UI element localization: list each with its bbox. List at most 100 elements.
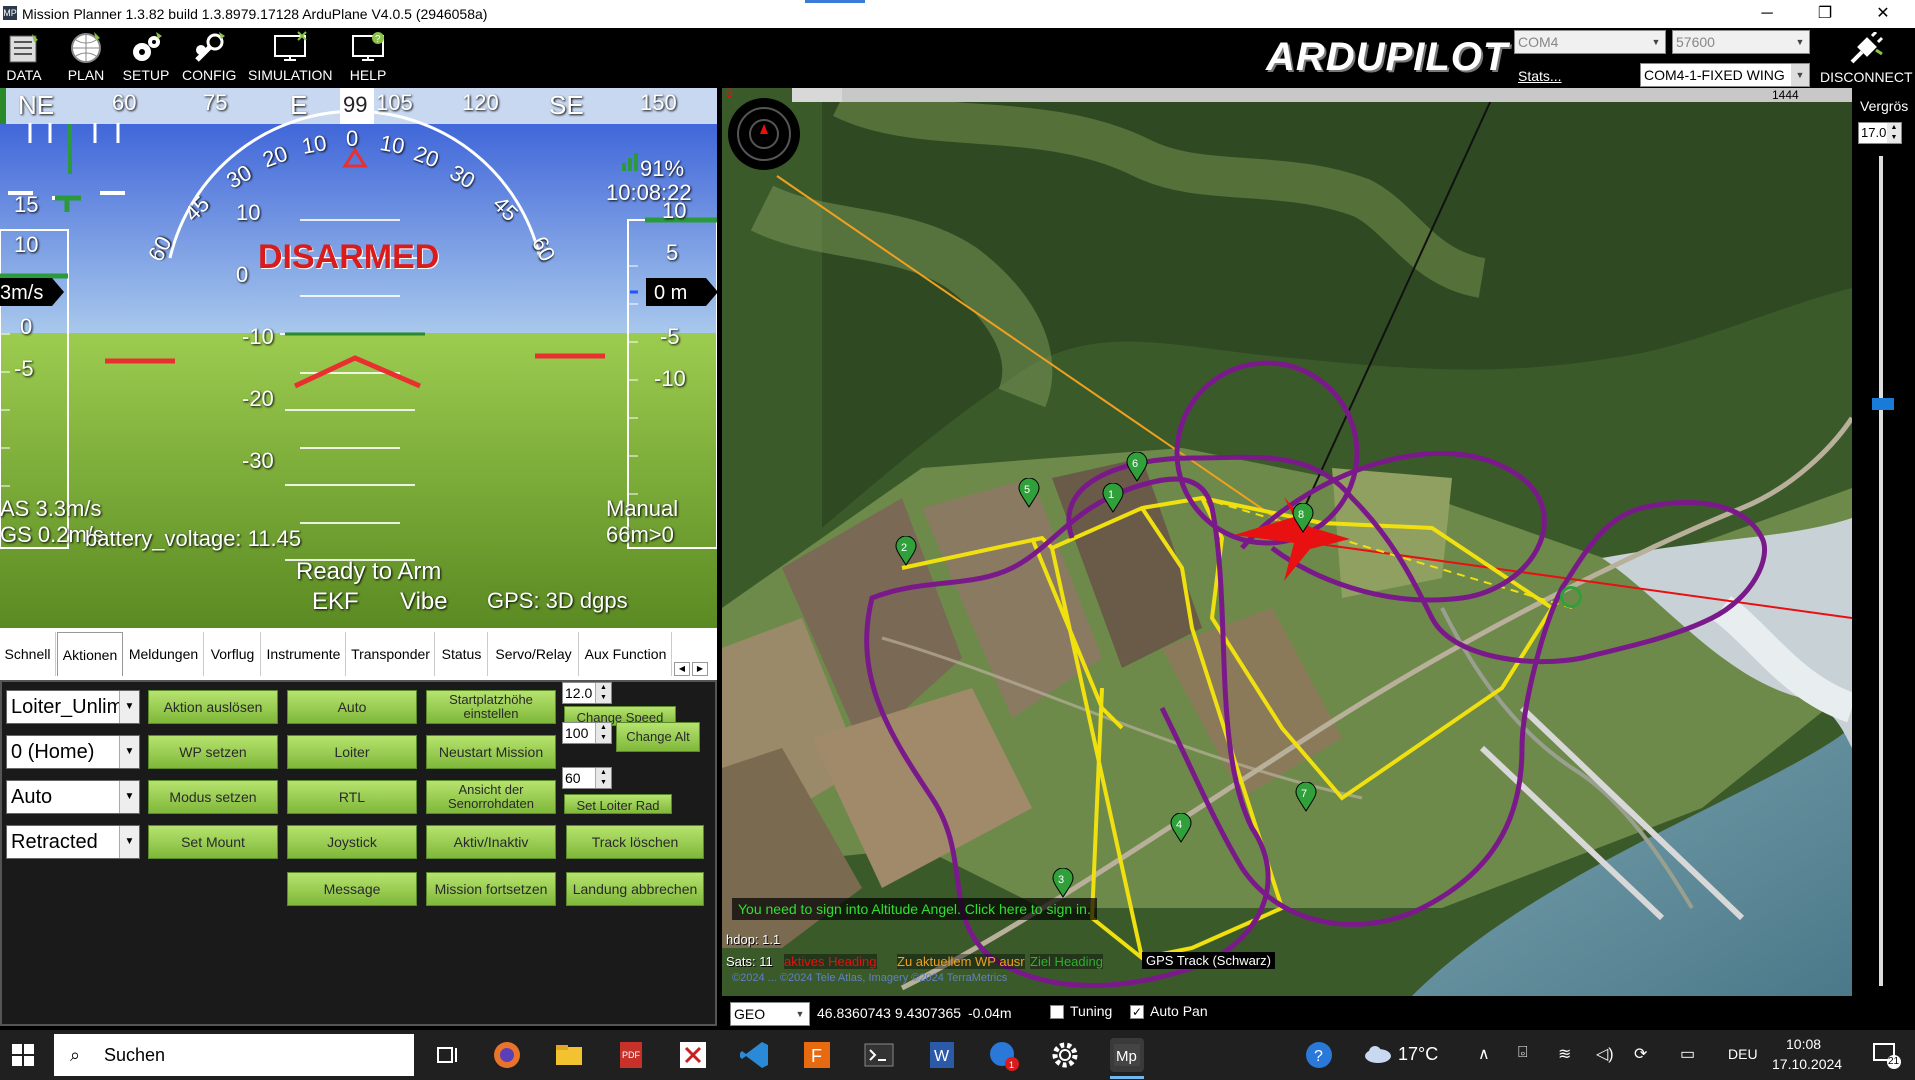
- abort-landing-button[interactable]: Landung abbrechen: [566, 872, 704, 906]
- waypoint-marker[interactable]: 2: [895, 535, 917, 571]
- mount-select[interactable]: Retracted ▼: [6, 825, 140, 859]
- tab-aux-function[interactable]: Aux Function: [580, 632, 672, 676]
- tuning-checkbox[interactable]: [1050, 1005, 1064, 1019]
- windows-start-icon[interactable]: [10, 1042, 36, 1068]
- firefox-icon[interactable]: [490, 1038, 524, 1072]
- taskbar-search[interactable]: ⌕ Suchen: [54, 1034, 414, 1076]
- compass-icon[interactable]: [754, 122, 776, 144]
- tab-status[interactable]: Status: [436, 632, 488, 676]
- chevron-down-icon: ▼: [119, 781, 139, 813]
- mission-planner-taskbar-icon[interactable]: Mp: [1110, 1038, 1144, 1072]
- input-language[interactable]: DEU: [1728, 1046, 1758, 1062]
- change-alt-button[interactable]: Change Alt: [616, 722, 700, 752]
- data-button[interactable]: DATA: [2, 30, 46, 86]
- trigger-action-button[interactable]: Aktion auslösen: [148, 690, 278, 724]
- joystick-button[interactable]: Joystick: [287, 825, 417, 859]
- chat-app-icon[interactable]: 1: [986, 1038, 1020, 1072]
- zoom-slider-track[interactable]: [1879, 156, 1883, 986]
- help-circle-icon[interactable]: ?: [1302, 1038, 1336, 1072]
- waypoint-marker[interactable]: 6: [1126, 451, 1148, 487]
- raw-sensor-view-button[interactable]: Ansicht der Senorrohdaten: [426, 780, 556, 814]
- tab-vorflug[interactable]: Vorflug: [205, 632, 261, 676]
- rtl-button[interactable]: RTL: [287, 780, 417, 814]
- legend-gps-track: GPS Track (Schwarz): [1142, 952, 1275, 969]
- tab-schnell[interactable]: Schnell: [0, 632, 56, 676]
- map-copyright: ©2024 ... ©2024 Tele Atlas, Imagery ©202…: [732, 972, 1008, 984]
- resume-mission-button[interactable]: Mission fortsetzen: [426, 872, 556, 906]
- speed-spinner[interactable]: 12.0 ▲ ▼: [562, 682, 612, 704]
- notifications-icon[interactable]: 21: [1872, 1040, 1902, 1070]
- tab-scroll-right-button[interactable]: ▶: [692, 662, 708, 676]
- weather-cloud-icon[interactable]: [1364, 1044, 1392, 1064]
- sync-icon[interactable]: ⟳: [1634, 1044, 1647, 1064]
- waypoint-marker[interactable]: 1: [1102, 482, 1124, 518]
- file-explorer-icon[interactable]: [552, 1038, 586, 1072]
- autopan-checkbox[interactable]: ✓: [1130, 1005, 1144, 1019]
- pdf-editor-icon[interactable]: PDF: [614, 1038, 648, 1072]
- camera-icon[interactable]: ⌻: [1518, 1044, 1528, 1062]
- map-timeline-slider[interactable]: [792, 88, 1852, 102]
- tab-aktionen[interactable]: Aktionen: [57, 632, 123, 676]
- help-button[interactable]: ? HELP: [344, 30, 392, 86]
- search-icon: ⌕: [70, 1045, 81, 1065]
- stats-link[interactable]: Stats...: [1518, 68, 1562, 84]
- vehicle-select[interactable]: COM4-1-FIXED WING ▼: [1640, 63, 1810, 87]
- tab-servo-relay[interactable]: Servo/Relay: [489, 632, 579, 676]
- settings-gear-icon[interactable]: [1048, 1038, 1082, 1072]
- maximize-button[interactable]: ❐: [1796, 0, 1854, 28]
- home-marker-icon[interactable]: [1560, 586, 1582, 608]
- tab-transponder[interactable]: Transponder: [347, 632, 435, 676]
- fusion-icon[interactable]: F: [800, 1038, 834, 1072]
- waypoint-marker[interactable]: 8: [1292, 502, 1314, 538]
- set-loiter-rad-button[interactable]: Set Loiter Rad: [564, 794, 672, 814]
- plan-button[interactable]: PLAN: [64, 30, 108, 86]
- mode-select[interactable]: Auto ▼: [6, 780, 140, 814]
- coord-mode-select[interactable]: GEO ▼: [730, 1002, 810, 1026]
- action-select[interactable]: Loiter_Unlim ▼: [6, 690, 140, 724]
- minimize-button[interactable]: ─: [1738, 0, 1796, 28]
- waypoint-marker[interactable]: 7: [1295, 781, 1317, 817]
- altitude-spinner[interactable]: 100 ▲ ▼: [562, 722, 612, 744]
- loiter-button[interactable]: Loiter: [287, 735, 417, 769]
- port-select[interactable]: COM4 ▼: [1514, 30, 1666, 54]
- keyboard-icon[interactable]: ▭: [1680, 1044, 1695, 1064]
- config-button[interactable]: CONFIG: [182, 30, 236, 86]
- altitude-angel-banner[interactable]: You need to sign into Altitude Angel. Cl…: [732, 898, 1097, 920]
- tab-instrumente[interactable]: Instrumente: [262, 632, 346, 676]
- volume-icon[interactable]: ◁): [1596, 1044, 1614, 1064]
- zoom-spinner[interactable]: 17.0 ▲ ▼: [1858, 122, 1902, 144]
- waypoint-marker[interactable]: 5: [1018, 477, 1040, 513]
- vscode-icon[interactable]: [738, 1038, 772, 1072]
- map-view[interactable]: 3 1444 2 5 1 6 3 4 7 8 You need to sign …: [722, 88, 1852, 996]
- actions-area: Loiter_Unlim ▼ 0 (Home) ▼ Auto ▼ Retracted ▼…: [0, 680, 717, 1026]
- task-view-icon[interactable]: [430, 1038, 464, 1072]
- terminal-icon[interactable]: [862, 1038, 896, 1072]
- simulation-button[interactable]: SIMULATION: [248, 30, 333, 86]
- clock-date[interactable]: 17.10.2024: [1772, 1056, 1842, 1072]
- waypoint-select[interactable]: 0 (Home) ▼: [6, 735, 140, 769]
- clock-time[interactable]: 10:08: [1786, 1036, 1821, 1052]
- clear-track-button[interactable]: Track löschen: [566, 825, 704, 859]
- tab-scroll-left-button[interactable]: ◀: [674, 662, 690, 676]
- set-home-alt-button[interactable]: Startplatzhöhe einstellen: [426, 690, 556, 724]
- restart-mission-button[interactable]: Neustart Mission: [426, 735, 556, 769]
- setup-button[interactable]: SETUP: [122, 30, 170, 86]
- set-mount-button[interactable]: Set Mount: [148, 825, 278, 859]
- tray-chevron-up-icon[interactable]: ∧: [1478, 1044, 1490, 1064]
- wifi-icon[interactable]: ≋: [1558, 1044, 1571, 1064]
- baud-select[interactable]: 57600 ▼: [1672, 30, 1810, 54]
- close-button[interactable]: ✕: [1854, 0, 1912, 28]
- auto-button[interactable]: Auto: [287, 690, 417, 724]
- disconnect-button[interactable]: DISCONNECT: [1820, 30, 1913, 86]
- set-mode-button[interactable]: Modus setzen: [148, 780, 278, 814]
- waypoint-marker[interactable]: 4: [1170, 812, 1192, 848]
- arm-disarm-button[interactable]: Aktiv/Inaktiv: [426, 825, 556, 859]
- tab-meldungen[interactable]: Meldungen: [124, 632, 204, 676]
- drawing-app-icon[interactable]: [676, 1038, 710, 1072]
- message-button[interactable]: Message: [287, 872, 417, 906]
- zoom-slider-thumb[interactable]: [1872, 398, 1894, 410]
- word-icon[interactable]: W: [924, 1038, 958, 1072]
- vibe-status: Vibe: [400, 588, 448, 615]
- set-wp-button[interactable]: WP setzen: [148, 735, 278, 769]
- loiter-radius-spinner[interactable]: 60 ▲ ▼: [562, 767, 612, 789]
